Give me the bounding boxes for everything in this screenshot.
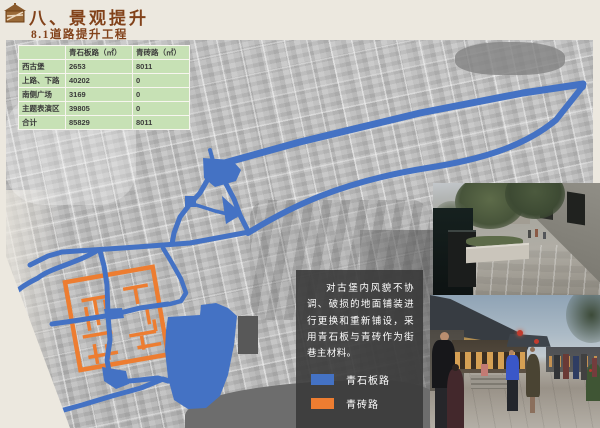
cell-value: 3169: [66, 88, 133, 102]
legend-swatch-blue: [311, 374, 334, 385]
header-cell: 青砖路（㎡）: [133, 46, 190, 60]
map-dark-patch: [238, 316, 258, 354]
table-header-row: 青石板路（㎡） 青砖路（㎡）: [19, 46, 190, 60]
cell-value: 40202: [66, 74, 133, 88]
pedestrian-legs: [507, 380, 517, 411]
legend-item-brick-road: 青砖路: [311, 396, 414, 411]
cell-value: 8011: [133, 116, 190, 130]
pedestrian-head: [509, 350, 514, 355]
pedestrian: [573, 356, 579, 379]
map-dark-patch: [455, 42, 565, 75]
table-row: 西古堡 2653 8011: [19, 60, 190, 74]
cell-value: 0: [133, 102, 190, 116]
pedestrian-blue-shirt: [506, 355, 520, 380]
cell-value: 0: [133, 88, 190, 102]
table-row: 主题表演区 39805 0: [19, 102, 190, 116]
pedestrian-dress: [526, 354, 540, 398]
pavilion-seal-icon: [3, 3, 27, 24]
table-row: 上路、下路 40202 0: [19, 74, 190, 88]
note-text: 对古堡内风貌不协调、破损的地面铺装进行更换和重新铺设，采用青石板与青砖作为街巷主…: [307, 281, 414, 363]
pedestrian: [581, 354, 587, 381]
cell-value: 8011: [133, 60, 190, 74]
table-row-total: 合计 85829 8011: [19, 116, 190, 130]
pedestrian: [543, 232, 546, 239]
pedestrian: [528, 230, 531, 238]
legend-item-stone-road: 青石板路: [311, 372, 414, 387]
page-subtitle: 8.1道路提升工程: [31, 26, 128, 42]
pedestrian: [535, 229, 538, 237]
secondary-roof: [507, 334, 551, 347]
row-label: 主题表演区: [19, 102, 66, 116]
legend-swatch-orange: [311, 398, 334, 409]
pedestrian: [592, 358, 597, 378]
pedestrian: [554, 355, 560, 379]
cell-value: 0: [133, 74, 190, 88]
note-box: 对古堡内风貌不协调、破损的地面铺装进行更换和重新铺设，采用青石板与青砖作为街巷主…: [296, 270, 423, 428]
legend-label: 青砖路: [346, 396, 379, 411]
presentation-slide: 八、景观提升 8.1道路提升工程 青石板路（㎡） 青砖路（㎡） 西古堡 2653…: [0, 0, 600, 428]
table-row: 南侧广场 3169 0: [19, 88, 190, 102]
tree: [566, 295, 600, 343]
window: [567, 192, 585, 225]
pedestrian: [563, 354, 569, 379]
pedestrian-legs: [530, 397, 535, 413]
legend-label: 青石板路: [346, 372, 390, 387]
red-lantern: [517, 330, 523, 336]
header-cell: [19, 46, 66, 60]
red-lantern: [534, 339, 539, 344]
cell-value: 85829: [66, 116, 133, 130]
pedestrian-head: [530, 347, 535, 352]
row-label: 南侧广场: [19, 88, 66, 102]
photo-historic-street: [430, 295, 600, 428]
header-cell: 青石板路（㎡）: [66, 46, 133, 60]
row-label: 上路、下路: [19, 74, 66, 88]
sitting-person: [481, 364, 488, 376]
stone-steps: [471, 375, 508, 390]
photo-renovated-street: [433, 183, 600, 296]
cell-value: 2653: [66, 60, 133, 74]
row-label: 西古堡: [19, 60, 66, 74]
cell-value: 39805: [66, 102, 133, 116]
pedestrian: [447, 369, 464, 428]
row-label: 合计: [19, 116, 66, 130]
road-quantity-table: 青石板路（㎡） 青砖路（㎡） 西古堡 2653 8011 上路、下路 40202…: [18, 45, 190, 130]
